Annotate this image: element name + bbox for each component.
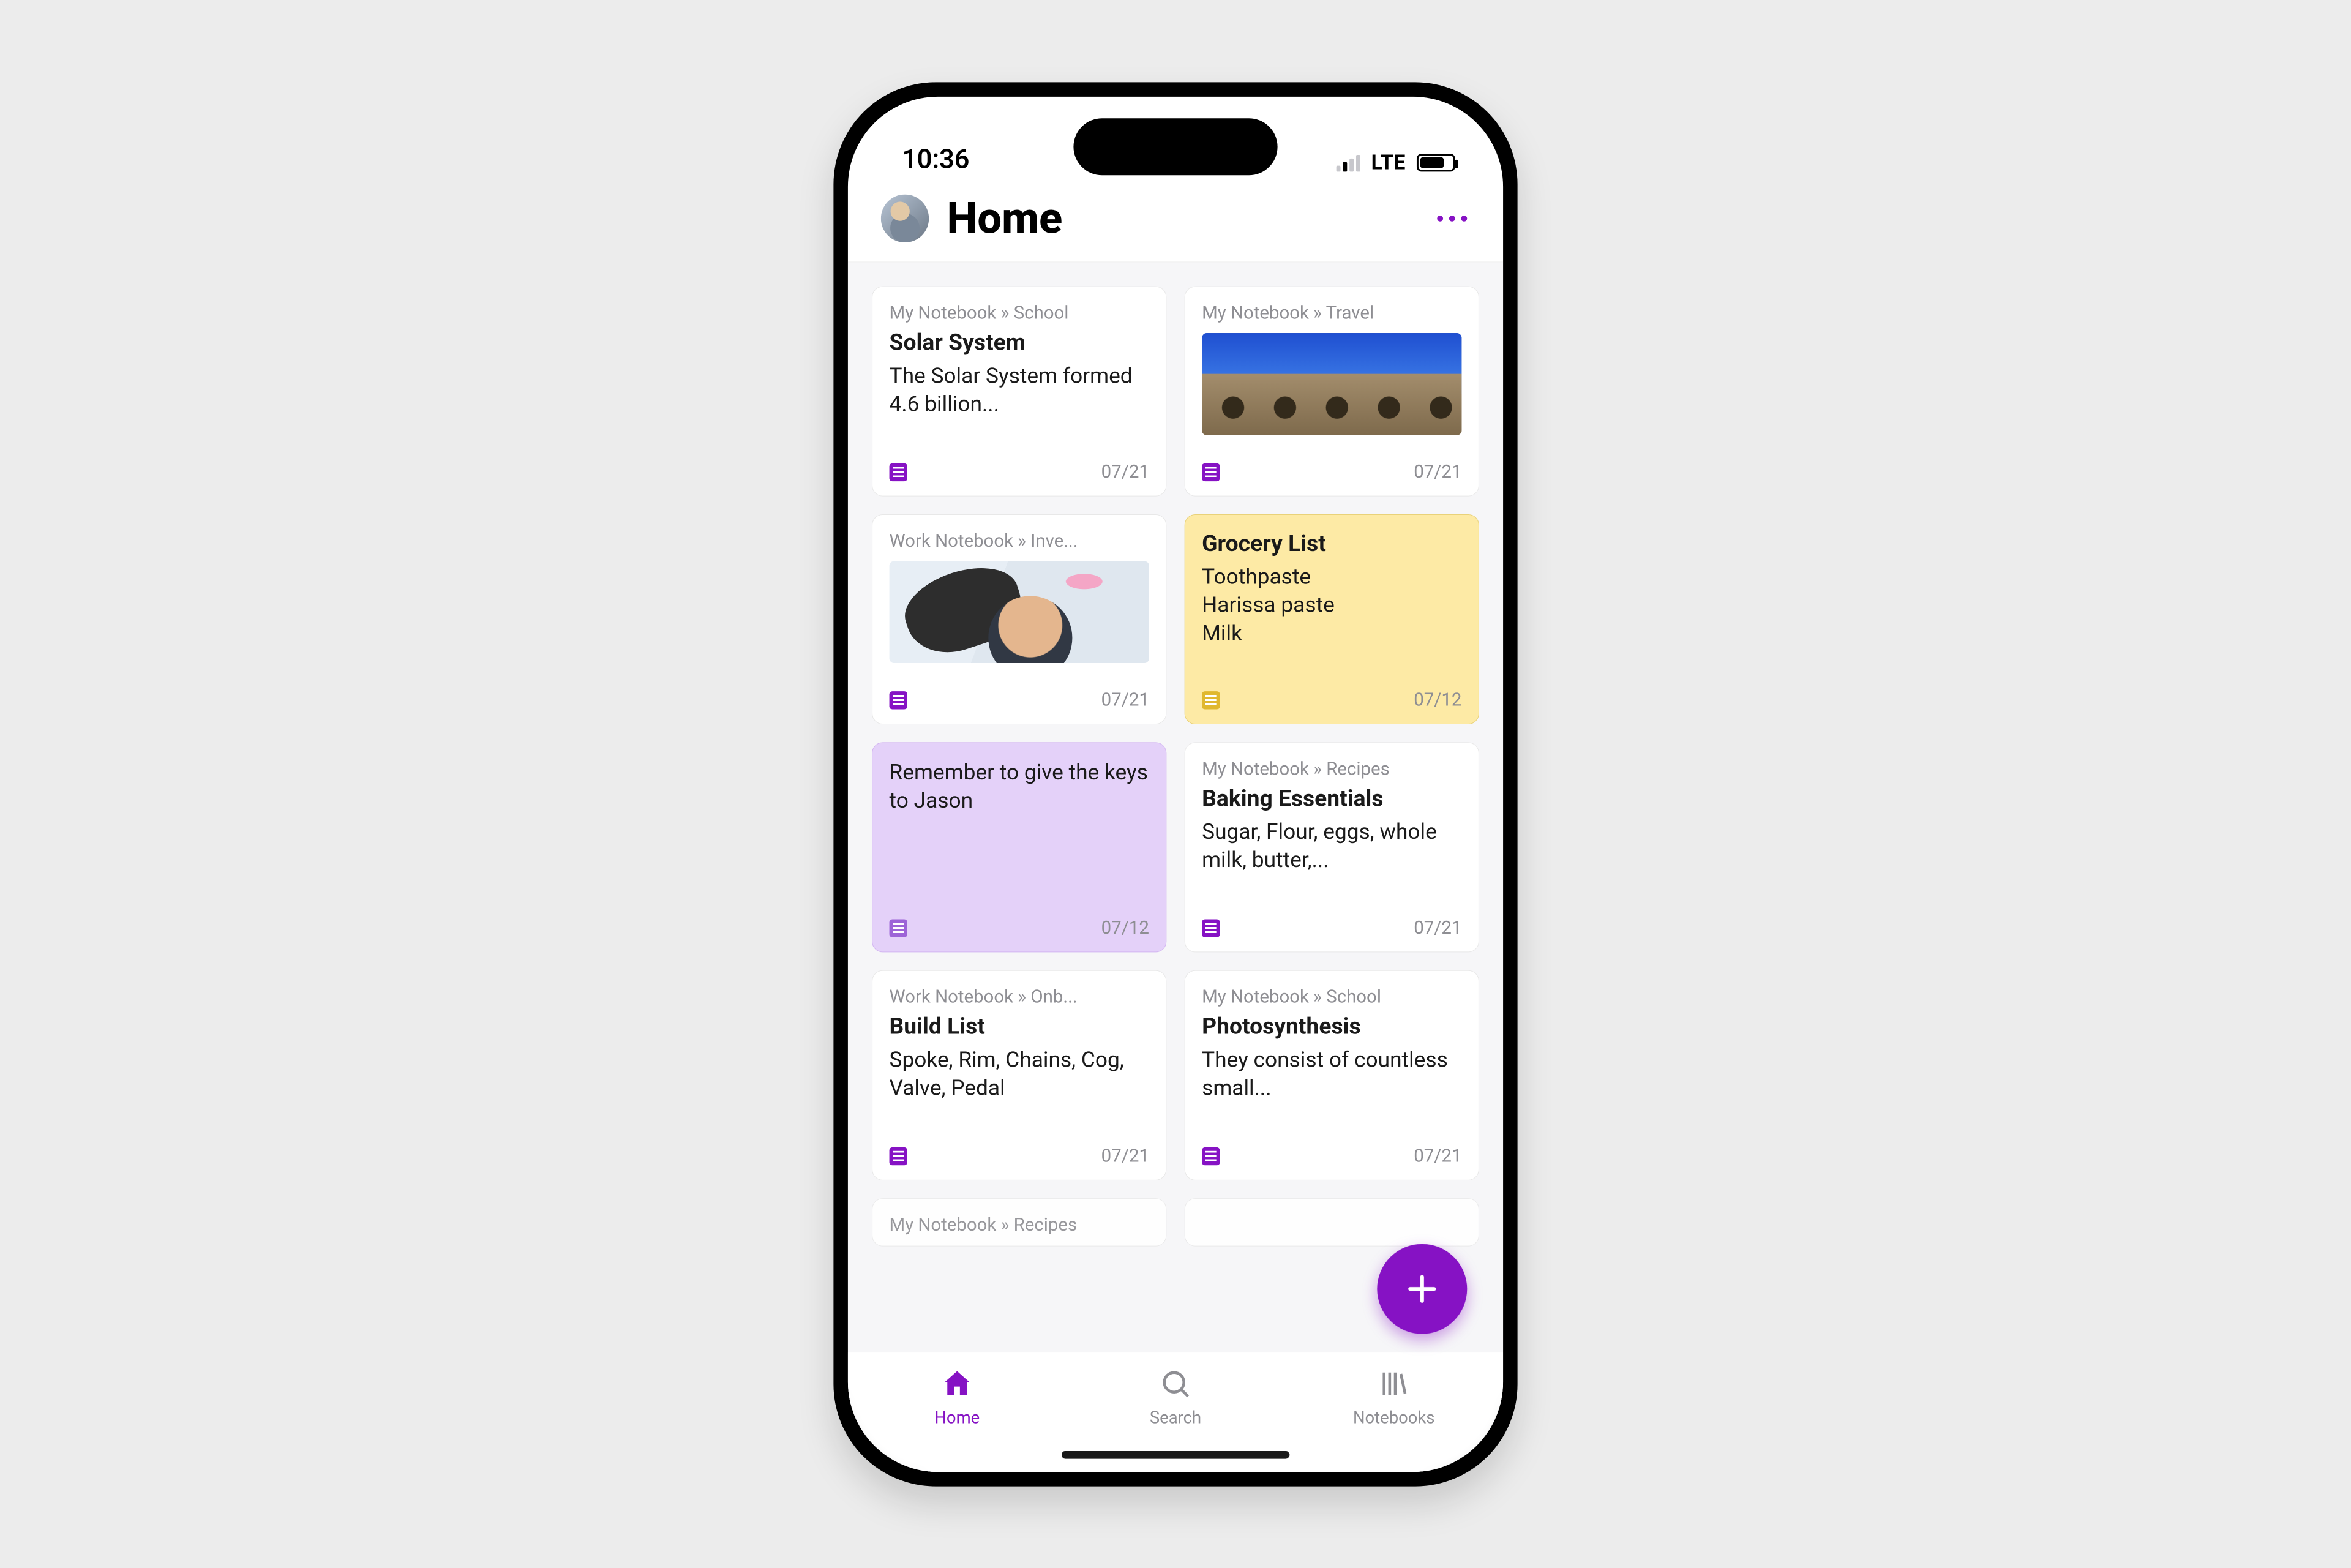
tab-label: Search — [1150, 1408, 1201, 1427]
note-thumbnail — [890, 561, 1149, 663]
breadcrumb: My Notebook » School — [1202, 986, 1461, 1007]
note-card[interactable]: Work Notebook » Onb... Build List Spoke, R… — [872, 970, 1166, 1180]
note-type-icon — [890, 1147, 907, 1165]
note-excerpt: Sugar, Flour, eggs, whole milk, butter,.… — [1202, 817, 1461, 874]
note-date: 07/21 — [1101, 461, 1149, 482]
note-footer: 07/12 — [890, 917, 1149, 938]
note-card[interactable]: My Notebook » Recipes Baking Essentials Su… — [1185, 742, 1479, 952]
note-excerpt: Remember to give the keys to Jason — [890, 758, 1149, 814]
breadcrumb: My Notebook » Travel — [1202, 302, 1461, 323]
note-type-icon — [890, 919, 907, 937]
note-type-icon — [1202, 463, 1220, 481]
status-time: 10:36 — [902, 143, 969, 174]
dynamic-island — [1073, 118, 1277, 175]
header-left: Home — [881, 192, 1063, 243]
note-date: 07/12 — [1414, 689, 1461, 710]
note-footer: 07/12 — [1202, 689, 1461, 710]
note-date: 07/21 — [1414, 1145, 1461, 1166]
notebooks-icon — [1377, 1367, 1411, 1403]
note-excerpt: They consist of countless small... — [1202, 1046, 1461, 1102]
search-icon — [1159, 1367, 1193, 1403]
avatar[interactable] — [881, 194, 929, 242]
note-type-icon — [890, 691, 907, 708]
note-footer: 07/21 — [890, 1145, 1149, 1166]
note-footer: 07/21 — [890, 689, 1149, 710]
note-card[interactable]: My Notebook » School Solar System The Sola… — [872, 286, 1166, 496]
network-label: LTE — [1371, 151, 1406, 174]
breadcrumb: My Notebook » Recipes — [890, 1214, 1149, 1235]
signal-icon — [1337, 154, 1360, 171]
note-title: Build List — [890, 1013, 1149, 1040]
more-button[interactable] — [1437, 215, 1467, 221]
note-excerpt: The Solar System formed 4.6 billion... — [890, 362, 1149, 418]
note-title: Grocery List — [1202, 530, 1461, 557]
note-date: 07/21 — [1414, 461, 1461, 482]
tab-search[interactable]: Search — [1067, 1352, 1285, 1442]
stage: 10:36 LTE Home My Notebook » S — [0, 0, 2351, 1568]
home-icon — [940, 1367, 974, 1403]
note-date: 07/12 — [1101, 917, 1149, 938]
note-card[interactable]: My Notebook » School Photosynthesis They c… — [1185, 970, 1479, 1180]
note-type-icon — [1202, 1147, 1220, 1165]
note-footer: 07/21 — [1202, 917, 1461, 938]
app-header: Home — [848, 186, 1503, 261]
note-thumbnail — [1202, 333, 1461, 435]
note-title: Solar System — [890, 329, 1149, 356]
note-date: 07/21 — [1414, 917, 1461, 938]
tab-home[interactable]: Home — [848, 1352, 1067, 1442]
phone-frame: 10:36 LTE Home My Notebook » S — [833, 82, 1517, 1486]
note-footer: 07/21 — [890, 461, 1149, 482]
note-title: Baking Essentials — [1202, 785, 1461, 811]
breadcrumb: My Notebook » School — [890, 302, 1149, 323]
phone-screen: 10:36 LTE Home My Notebook » S — [848, 96, 1503, 1471]
note-excerpt: Spoke, Rim, Chains, Cog, Valve, Pedal — [890, 1046, 1149, 1102]
note-card[interactable]: My Notebook » Travel 07/21 — [1185, 286, 1479, 496]
note-footer: 07/21 — [1202, 461, 1461, 482]
note-card[interactable]: My Notebook » Recipes — [872, 1198, 1166, 1246]
note-type-icon — [1202, 919, 1220, 937]
page-title: Home — [947, 192, 1063, 243]
note-excerpt: Toothpaste Harissa paste Milk — [1202, 563, 1461, 647]
new-note-button[interactable] — [1377, 1244, 1467, 1334]
note-footer: 07/21 — [1202, 1145, 1461, 1166]
tab-notebooks[interactable]: Notebooks — [1284, 1352, 1503, 1442]
battery-icon — [1417, 154, 1455, 171]
note-date: 07/21 — [1101, 689, 1149, 710]
note-type-icon — [890, 463, 907, 481]
status-right: LTE — [1337, 151, 1455, 174]
note-type-icon — [1202, 691, 1220, 708]
notes-grid: My Notebook » School Solar System The Sola… — [848, 262, 1503, 1306]
note-card[interactable]: Grocery List Toothpaste Harissa paste Mil… — [1185, 514, 1479, 724]
more-dots-icon — [1437, 215, 1443, 221]
plus-icon — [1404, 1270, 1440, 1307]
breadcrumb: My Notebook » Recipes — [1202, 758, 1461, 779]
note-title: Photosynthesis — [1202, 1013, 1461, 1040]
note-date: 07/21 — [1101, 1145, 1149, 1166]
tab-label: Notebooks — [1353, 1408, 1435, 1427]
note-card[interactable]: Remember to give the keys to Jason 07/12 — [872, 742, 1166, 952]
breadcrumb: Work Notebook » Inve... — [890, 530, 1149, 551]
note-card[interactable]: Work Notebook » Inve... 07/21 — [872, 514, 1166, 724]
tab-label: Home — [934, 1408, 980, 1427]
note-card[interactable] — [1185, 1198, 1479, 1246]
home-indicator[interactable] — [1062, 1450, 1289, 1458]
breadcrumb: Work Notebook » Onb... — [890, 986, 1149, 1007]
